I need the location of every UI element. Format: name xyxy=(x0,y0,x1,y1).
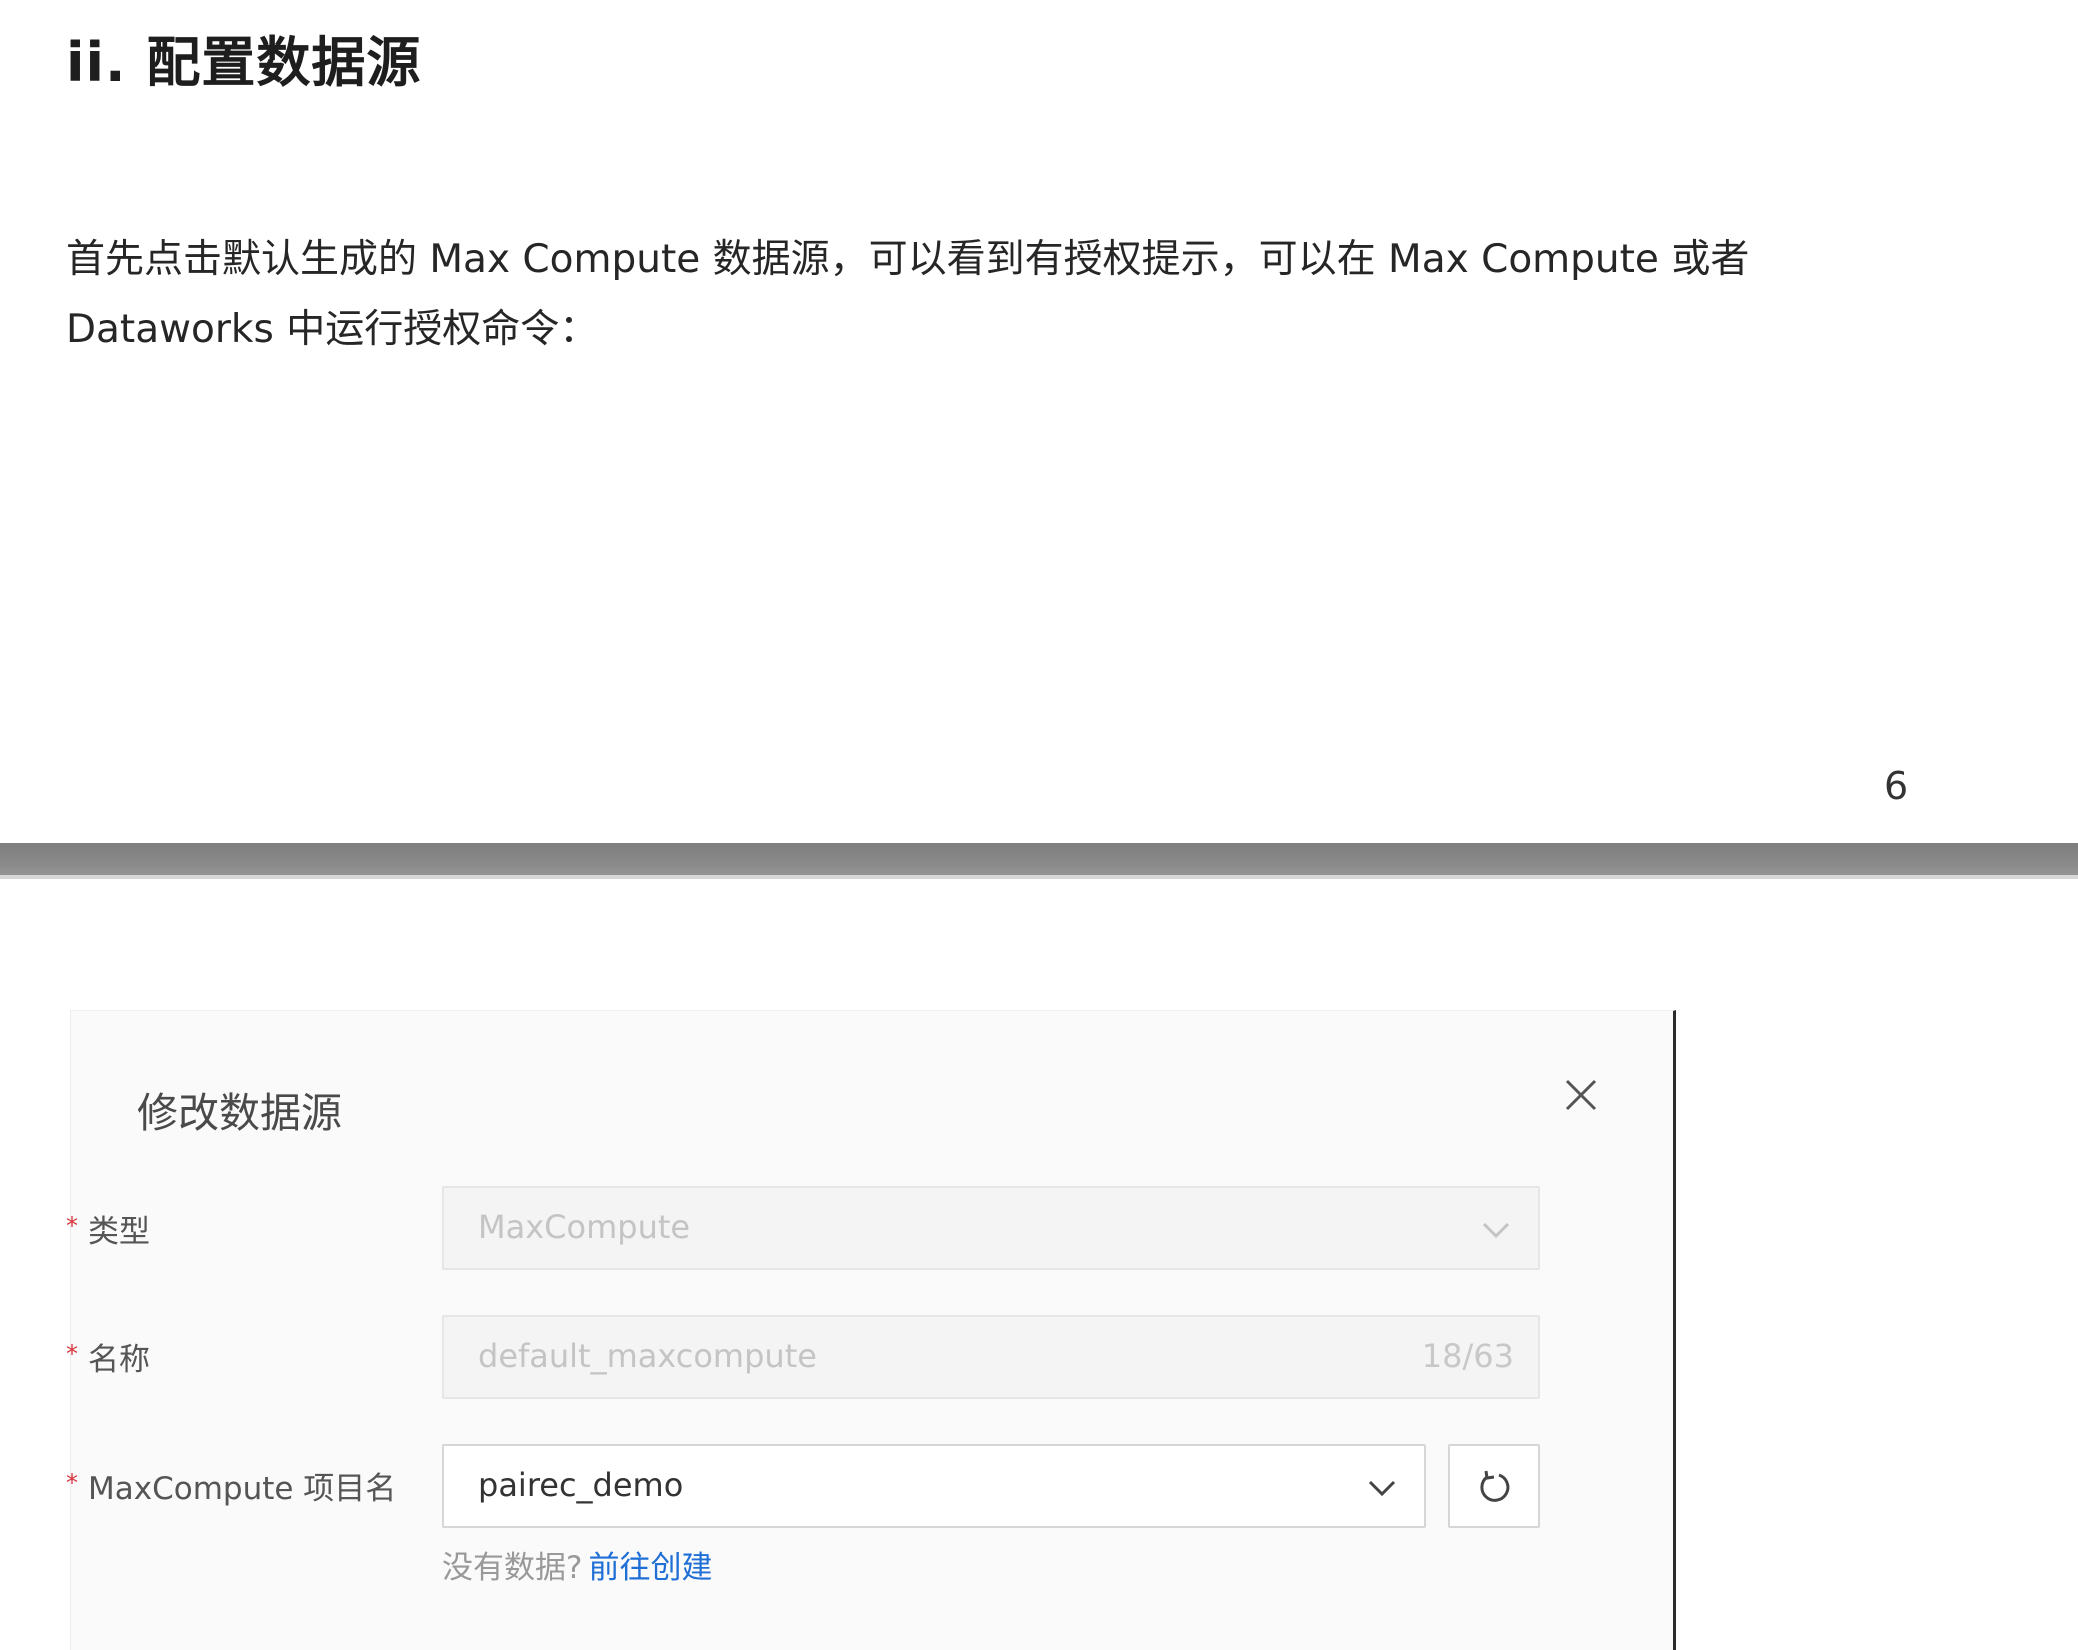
required-mark: * xyxy=(66,1469,78,1497)
dialog-title: 修改数据源 xyxy=(137,1089,342,1137)
section-heading: ii. 配置数据源 xyxy=(66,31,422,94)
type-select-value: MaxCompute xyxy=(478,1208,691,1246)
document-page-top: ii. 配置数据源 首先点击默认生成的 Max Compute 数据源，可以看到… xyxy=(0,0,2078,843)
create-link[interactable]: 前往创建 xyxy=(588,1550,712,1586)
paragraph-line-1: 首先点击默认生成的 Max Compute 数据源，可以看到有授权提示，可以在 … xyxy=(66,237,1750,282)
hint-text: 没有数据? xyxy=(442,1550,583,1586)
project-label: * MaxCompute 项目名 xyxy=(66,1469,397,1507)
refresh-icon xyxy=(1480,1470,1510,1502)
no-data-hint: 没有数据? 前往创建 xyxy=(442,1542,712,1587)
close-icon xyxy=(1565,1079,1597,1111)
chevron-down-icon xyxy=(1482,1222,1510,1239)
type-label: * 类型 xyxy=(66,1212,150,1250)
page-number: 6 xyxy=(1884,764,1909,808)
name-label: * 名称 xyxy=(66,1340,150,1378)
chevron-down-icon xyxy=(1368,1480,1396,1497)
type-select[interactable]: MaxCompute xyxy=(442,1186,1540,1270)
name-input-value: default_maxcompute xyxy=(478,1337,817,1375)
refresh-button[interactable] xyxy=(1448,1444,1540,1528)
required-mark: * xyxy=(66,1212,78,1240)
project-select[interactable]: pairec_demo xyxy=(442,1444,1426,1528)
paragraph-line-2: Dataworks 中运行授权命令： xyxy=(66,307,599,352)
required-mark: * xyxy=(66,1340,78,1368)
char-counter: 18/63 xyxy=(1421,1337,1514,1375)
page-separator xyxy=(0,843,2078,879)
name-input[interactable]: default_maxcompute 18/63 xyxy=(442,1315,1540,1399)
project-select-value: pairec_demo xyxy=(478,1466,684,1504)
close-button[interactable] xyxy=(1561,1075,1601,1115)
instruction-paragraph: 首先点击默认生成的 Max Compute 数据源，可以看到有授权提示，可以在 … xyxy=(66,225,1826,365)
